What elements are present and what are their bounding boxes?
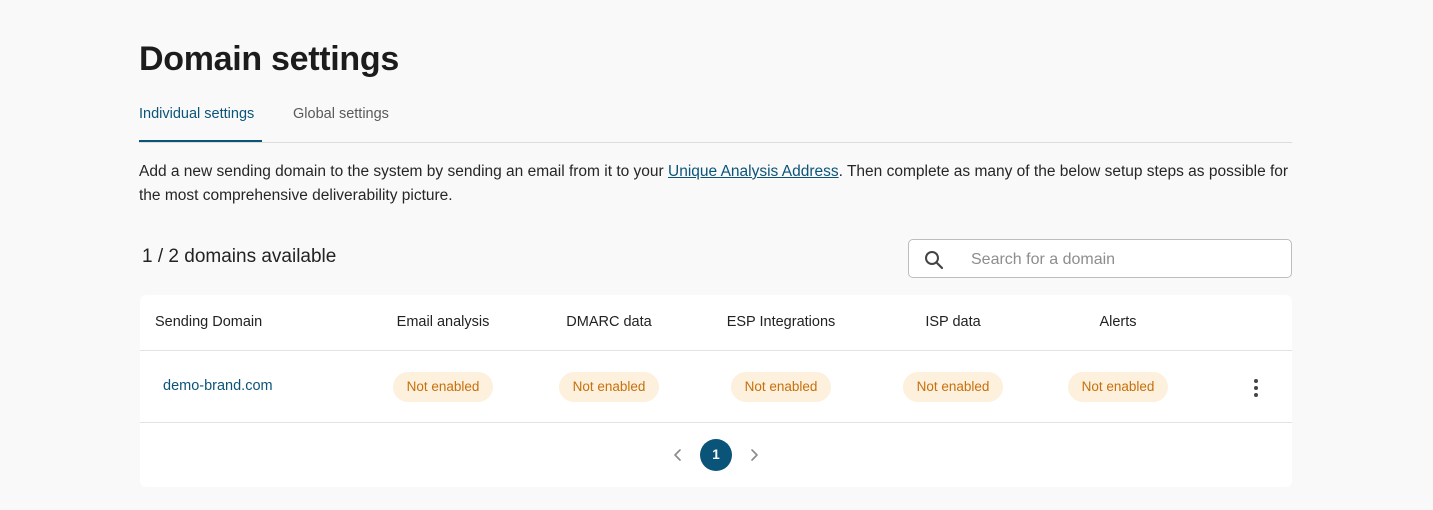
page-number-current[interactable]: 1 [700,439,732,471]
domain-link[interactable]: demo-brand.com [163,378,273,394]
tab-individual-settings[interactable]: Individual settings [139,106,262,142]
column-header-sending-domain: Sending Domain [155,314,263,330]
more-vertical-icon[interactable] [1244,376,1268,400]
column-header-esp-integrations: ESP Integrations [726,314,836,330]
unique-analysis-address-link[interactable]: Unique Analysis Address [668,163,839,180]
column-header-alerts: Alerts [1099,314,1137,330]
domain-search-box[interactable] [908,239,1292,278]
email-analysis-status-badge: Not enabled [393,372,493,402]
alerts-status-badge: Not enabled [1068,372,1168,402]
page-title: Domain settings [139,40,399,78]
table-row: demo-brand.com Not enabled Not enabled N… [140,351,1292,423]
tab-global-settings[interactable]: Global settings [293,106,389,142]
domain-settings-page: Domain settings Individual settings Glob… [0,0,1433,510]
esp-integrations-status-badge: Not enabled [731,372,831,402]
domain-search-input[interactable] [969,246,1273,274]
search-icon [925,251,944,270]
chevron-left-icon[interactable] [668,445,688,465]
pagination: 1 [140,423,1292,487]
domains-table-card: Sending Domain Email analysis DMARC data… [140,295,1292,487]
column-header-dmarc-data: DMARC data [566,314,652,330]
setup-description: Add a new sending domain to the system b… [139,160,1299,208]
isp-data-status-badge: Not enabled [903,372,1003,402]
column-header-email-analysis: Email analysis [396,314,490,330]
column-header-isp-data: ISP data [925,314,981,330]
dmarc-data-status-badge: Not enabled [559,372,659,402]
table-header: Sending Domain Email analysis DMARC data… [140,295,1292,351]
settings-tabs: Individual settings Global settings [139,100,1292,143]
domains-available-count: 1 / 2 domains available [142,246,337,267]
description-text-start: Add a new sending domain to the system b… [139,163,669,180]
chevron-right-icon[interactable] [744,445,764,465]
